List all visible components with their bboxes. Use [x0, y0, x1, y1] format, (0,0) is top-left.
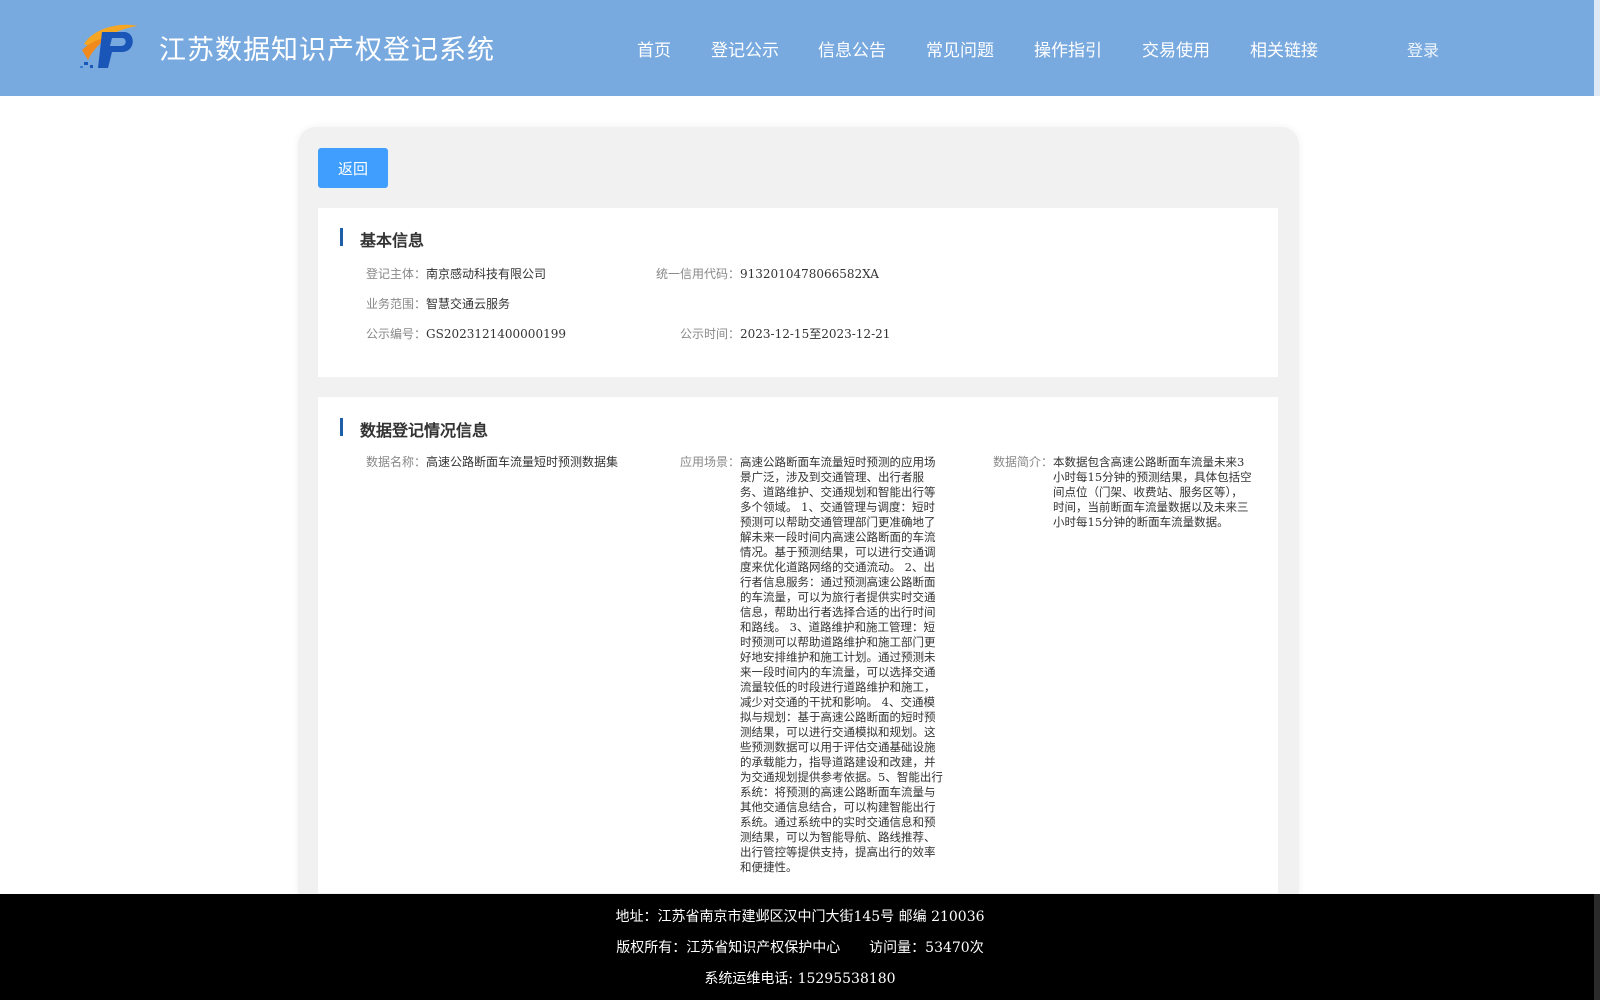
nav-item-home[interactable]: 首页 [637, 36, 671, 61]
scrollbar-gutter [1594, 0, 1600, 96]
field-label: 业务范围： [366, 297, 427, 311]
field-credit-code: 统一信用代码： 9132010478066582XA [656, 267, 879, 282]
field-business-scope: 业务范围： 智慧交通云服务 [366, 297, 510, 312]
field-notice-number: 公示编号： GS2023121400000199 [366, 327, 566, 342]
site-title: 江苏数据知识产权登记系统 [159, 35, 495, 66]
section-title-data-registration: 数据登记情况信息 [340, 417, 488, 441]
footer-address: 地址：江苏省南京市建邺区汉中门大街145号 邮编 210036 [615, 909, 985, 925]
field-data-intro: 数据简介： 本数据包含高速公路断面车流量未来3小时每15分钟的预测结果，具体包括… [993, 455, 1253, 530]
field-subject: 登记主体： 南京感动科技有限公司 [366, 267, 546, 282]
p-logo-icon[interactable] [80, 20, 140, 70]
footer-copyright-row: 版权所有：江苏省知识产权保护中心 访问量：53470次 [0, 937, 1600, 957]
data-registration-card: 数据登记情况信息 数据名称： 高速公路断面车流量短时预测数据集 应用场景： 高速… [318, 397, 1278, 893]
nav-item-registration-notice[interactable]: 登记公示 [711, 36, 779, 61]
basic-info-card: 基本信息 登记主体： 南京感动科技有限公司 统一信用代码： 9132010478… [318, 208, 1278, 377]
nav-item-faq[interactable]: 常见问题 [926, 36, 994, 61]
field-data-name: 数据名称： 高速公路断面车流量短时预测数据集 [366, 455, 618, 470]
field-label: 数据名称： [366, 455, 427, 469]
nav-item-guide[interactable]: 操作指引 [1034, 36, 1102, 61]
field-value: GS2023121400000199 [426, 327, 566, 341]
field-value: 高速公路断面车流量短时预测数据集 [426, 455, 619, 469]
field-label: 公示时间： [680, 327, 741, 341]
field-label: 公示编号： [366, 327, 427, 341]
footer: 地址：江苏省南京市建邺区汉中门大街145号 邮编 210036 版权所有：江苏省… [0, 894, 1600, 1000]
field-application-scenario: 应用场景： 高速公路断面车流量短时预测的应用场景广泛，涉及到交通管理、出行者服务… [680, 455, 944, 875]
field-label: 数据简介： [993, 455, 1054, 469]
footer-visits: 访问量：53470次 [869, 940, 984, 956]
field-value: 9132010478066582XA [740, 267, 879, 281]
field-label: 应用场景： [680, 455, 741, 469]
nav-item-related-links[interactable]: 相关链接 [1250, 36, 1318, 61]
section-title-basic-info: 基本信息 [340, 227, 424, 251]
header-bar: 江苏数据知识产权登记系统 首页 登记公示 信息公告 常见问题 操作指引 交易使用… [0, 0, 1600, 96]
field-value: 本数据包含高速公路断面车流量未来3小时每15分钟的预测结果，具体包括空间点位（门… [1053, 455, 1252, 529]
scrollbar-gutter [1594, 894, 1600, 1000]
footer-copyright: 版权所有：江苏省知识产权保护中心 [616, 940, 841, 956]
nav-item-announcements[interactable]: 信息公告 [818, 36, 886, 61]
nav-item-trade-usage[interactable]: 交易使用 [1142, 36, 1210, 61]
field-notice-time: 公示时间： 2023-12-15至2023-12-21 [680, 327, 890, 342]
footer-phone: 系统运维电话: 15295538180 [704, 971, 896, 987]
field-value: 南京感动科技有限公司 [426, 267, 547, 281]
field-value: 2023-12-15至2023-12-21 [740, 327, 891, 341]
back-button[interactable]: 返回 [318, 148, 388, 188]
field-value: 高速公路断面车流量短时预测的应用场景广泛，涉及到交通管理、出行者服务、道路维护、… [740, 455, 943, 874]
field-label: 统一信用代码： [656, 267, 741, 281]
field-value: 智慧交通云服务 [426, 297, 511, 311]
login-link[interactable]: 登录 [1407, 37, 1439, 61]
field-label: 登记主体： [366, 267, 427, 281]
